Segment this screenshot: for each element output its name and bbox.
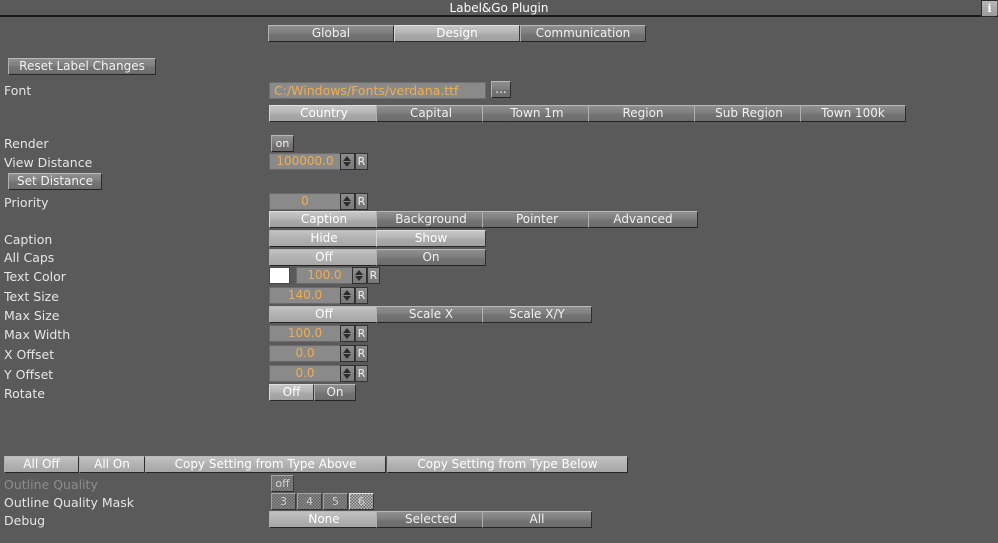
outline-quality-toggle[interactable]: off: [271, 475, 294, 492]
all-caps-option-off[interactable]: Off: [269, 249, 379, 266]
render-label: Render: [4, 136, 49, 151]
rotate-label: Rotate: [4, 386, 45, 401]
debug-option-all[interactable]: All: [482, 511, 592, 528]
max-size-option-scale-x[interactable]: Scale X: [376, 306, 486, 323]
y-offset-input[interactable]: 0.0: [269, 365, 341, 382]
debug-option-none[interactable]: None: [269, 511, 379, 528]
chevron-down-icon: [343, 296, 351, 301]
max-size-option-off[interactable]: Off: [269, 306, 379, 323]
type-tab-capital[interactable]: Capital: [376, 105, 486, 122]
text-color-alpha-input[interactable]: 100.0: [296, 267, 353, 284]
outline-quality-mask-label: Outline Quality Mask: [4, 495, 135, 510]
x-offset-label: X Offset: [4, 347, 55, 362]
view-distance-label: View Distance: [4, 155, 93, 170]
max-size-option-scale-xy[interactable]: Scale X/Y: [482, 306, 592, 323]
max-width-input[interactable]: 100.0: [269, 325, 341, 342]
section-tab-pointer[interactable]: Pointer: [482, 211, 592, 228]
type-tab-sub-region[interactable]: Sub Region: [694, 105, 804, 122]
priority-stepper[interactable]: [340, 193, 355, 210]
font-browse-button[interactable]: ...: [491, 81, 511, 98]
chevron-down-icon: [343, 374, 351, 379]
outline-quality-mask-option-4[interactable]: 4: [297, 493, 322, 510]
outline-quality-mask-option-6[interactable]: 6: [349, 493, 374, 510]
max-size-label: Max Size: [4, 308, 60, 323]
chevron-up-icon: [343, 348, 351, 353]
rotate-option-on[interactable]: On: [314, 384, 356, 401]
text-color-label: Text Color: [4, 269, 66, 284]
chevron-up-icon: [343, 156, 351, 161]
y-offset-reset[interactable]: R: [355, 365, 368, 382]
chevron-up-icon: [343, 368, 351, 373]
type-tab-region[interactable]: Region: [588, 105, 698, 122]
x-offset-input[interactable]: 0.0: [269, 345, 341, 362]
type-tab-town-1m[interactable]: Town 1m: [482, 105, 592, 122]
view-distance-input[interactable]: 100000.0: [269, 153, 341, 170]
max-width-reset[interactable]: R: [355, 325, 368, 342]
x-offset-stepper[interactable]: [340, 345, 355, 362]
section-tab-background[interactable]: Background: [376, 211, 486, 228]
all-caps-label: All Caps: [4, 250, 55, 265]
view-distance-stepper[interactable]: [340, 153, 355, 170]
copy-setting-from-type-above-button[interactable]: Copy Setting from Type Above: [145, 456, 386, 473]
type-tab-town-100k[interactable]: Town 100k: [800, 105, 906, 122]
chevron-up-icon: [343, 290, 351, 295]
font-label: Font: [4, 83, 32, 98]
font-path-input[interactable]: C:/Windows/Fonts/verdana.ttf: [269, 82, 486, 99]
rotate-option-off[interactable]: Off: [269, 384, 314, 401]
section-tab-caption[interactable]: Caption: [269, 211, 379, 228]
text-size-input[interactable]: 140.0: [269, 287, 341, 304]
view-distance-reset[interactable]: R: [355, 153, 368, 170]
y-offset-label: Y Offset: [4, 367, 54, 382]
caption-option-show[interactable]: Show: [376, 230, 486, 247]
reset-label-changes-button[interactable]: Reset Label Changes: [8, 58, 156, 75]
tab-global[interactable]: Global: [268, 25, 394, 42]
outline-quality-mask-option-3[interactable]: 3: [271, 493, 296, 510]
caption-option-hide[interactable]: Hide: [269, 230, 379, 247]
title-bar: Label&Go Plugin i: [0, 0, 998, 17]
chevron-up-icon: [355, 270, 363, 275]
text-color-swatch[interactable]: [269, 267, 290, 284]
chevron-down-icon: [343, 202, 351, 207]
text-color-stepper[interactable]: [352, 267, 367, 284]
plugin-window: Label&Go Plugin i Global Design Communic…: [0, 0, 998, 543]
max-width-stepper[interactable]: [340, 325, 355, 342]
text-size-stepper[interactable]: [340, 287, 355, 304]
window-title: Label&Go Plugin: [449, 1, 549, 15]
all-off-button[interactable]: All Off: [4, 456, 79, 473]
chevron-down-icon: [343, 334, 351, 339]
all-caps-option-on[interactable]: On: [376, 249, 486, 266]
set-distance-button[interactable]: Set Distance: [8, 173, 102, 190]
text-size-label: Text Size: [4, 289, 59, 304]
priority-input[interactable]: 0: [269, 193, 341, 210]
chevron-up-icon: [343, 328, 351, 333]
debug-option-selected[interactable]: Selected: [376, 511, 486, 528]
caption-label: Caption: [4, 232, 53, 247]
text-color-reset[interactable]: R: [367, 267, 380, 284]
priority-label: Priority: [4, 195, 49, 210]
chevron-down-icon: [343, 354, 351, 359]
copy-setting-from-type-below-button[interactable]: Copy Setting from Type Below: [387, 456, 628, 473]
render-toggle[interactable]: on: [271, 135, 294, 152]
debug-label: Debug: [4, 513, 46, 528]
type-tab-country[interactable]: Country: [269, 105, 379, 122]
all-on-button[interactable]: All On: [79, 456, 145, 473]
section-tab-advanced[interactable]: Advanced: [588, 211, 698, 228]
text-size-reset[interactable]: R: [355, 287, 368, 304]
tab-communication[interactable]: Communication: [520, 25, 646, 42]
chevron-down-icon: [355, 276, 363, 281]
outline-quality-mask-option-5[interactable]: 5: [323, 493, 348, 510]
tab-design[interactable]: Design: [394, 25, 520, 42]
y-offset-stepper[interactable]: [340, 365, 355, 382]
chevron-up-icon: [343, 196, 351, 201]
chevron-down-icon: [343, 162, 351, 167]
max-width-label: Max Width: [4, 327, 71, 342]
priority-reset[interactable]: R: [355, 193, 368, 210]
info-icon[interactable]: i: [981, 0, 997, 17]
outline-quality-label: Outline Quality: [4, 477, 98, 492]
x-offset-reset[interactable]: R: [355, 345, 368, 362]
